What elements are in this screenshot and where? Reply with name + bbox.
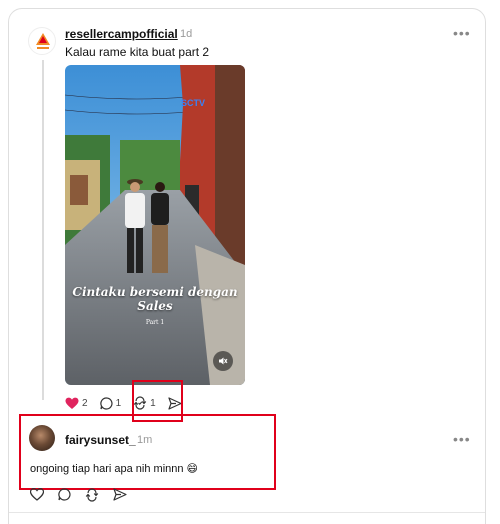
- like-count: 2: [82, 397, 88, 409]
- reply-time: 1m: [137, 434, 153, 446]
- divider: [9, 512, 485, 513]
- comment-icon: [99, 396, 113, 410]
- post-video[interactable]: SCTV Cintaku bersemi dengan Sales Part 1: [65, 65, 245, 385]
- sctv-watermark: SCTV: [181, 98, 206, 108]
- reply-avatar[interactable]: [29, 425, 55, 451]
- comment-button[interactable]: 1: [99, 396, 122, 410]
- thread-line: [42, 60, 44, 400]
- comment-icon[interactable]: [58, 488, 71, 501]
- repost-icon[interactable]: [85, 488, 99, 502]
- post-time: 1d: [180, 28, 193, 40]
- comment-count: 1: [115, 397, 122, 409]
- post-username[interactable]: resellercampofficial: [65, 27, 178, 41]
- post-caption: Kalau rame kita buat part 2: [65, 45, 210, 59]
- reply-username[interactable]: fairysunset_: [65, 433, 136, 447]
- reply-text: ongoing tiap hari apa nih minnn 😄: [30, 463, 199, 475]
- like-button[interactable]: 2: [65, 397, 88, 410]
- send-icon[interactable]: [113, 488, 127, 501]
- video-title: Cintaku bersemi dengan Sales: [72, 285, 238, 313]
- reply-more-options-icon[interactable]: •••: [453, 432, 471, 446]
- reply-actions: [30, 488, 127, 502]
- heart-icon[interactable]: [30, 488, 44, 501]
- heart-filled-icon: [65, 397, 79, 409]
- more-options-icon[interactable]: •••: [453, 26, 471, 40]
- reseller-avatar[interactable]: [28, 27, 56, 55]
- reply-highlight-box: [19, 414, 276, 490]
- video-subtitle: Part 1: [145, 319, 165, 326]
- mute-icon[interactable]: [213, 351, 233, 371]
